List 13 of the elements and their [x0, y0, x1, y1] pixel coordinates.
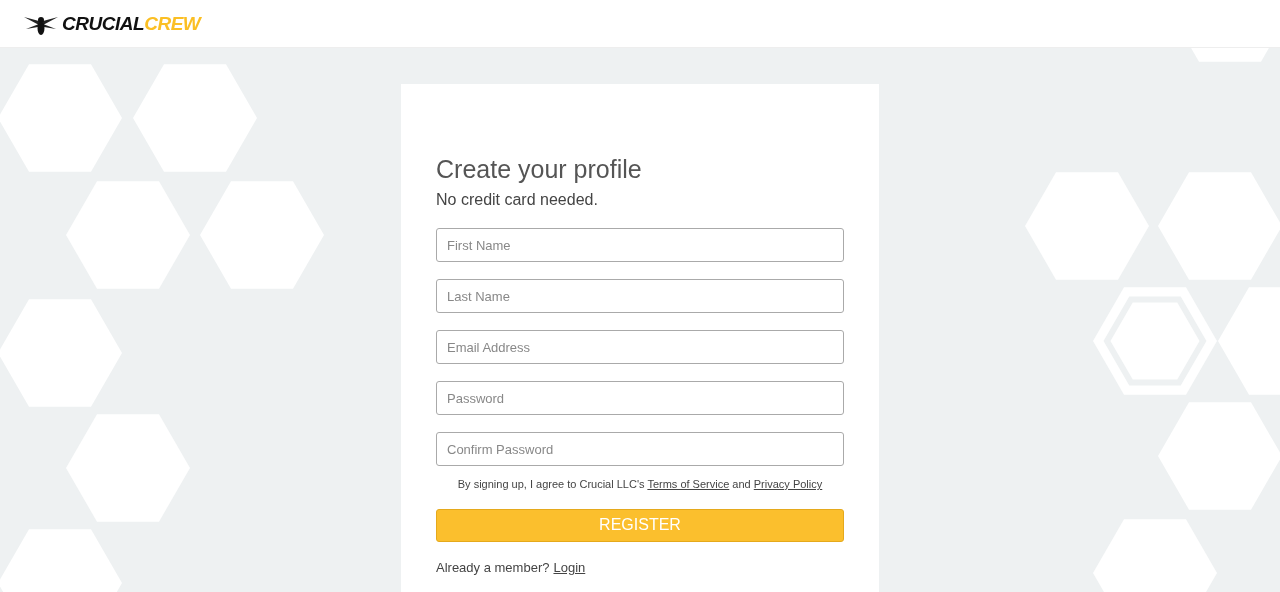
member-prompt: Already a member?: [436, 558, 550, 577]
login-link[interactable]: Login: [553, 557, 586, 577]
logo-text: CRUCIALCREW: [62, 14, 201, 33]
input-field[interactable]: Email Address: [436, 330, 844, 364]
input-field[interactable]: Confirm Password: [436, 432, 844, 466]
form-subtitle: No credit card needed.: [436, 190, 599, 210]
form-title: Create your profile: [436, 154, 643, 184]
privacy-link[interactable]: Privacy Policy: [753, 478, 823, 490]
terms-link[interactable]: Terms of Service: [647, 478, 730, 490]
input-field[interactable]: First Name: [436, 228, 844, 262]
input-field[interactable]: Last Name: [436, 279, 844, 313]
input-field[interactable]: Password: [436, 381, 844, 415]
agreement-text: By signing up, I agree to Crucial LLC's Terms of Service and Privacy Policy: [456, 477, 824, 492]
